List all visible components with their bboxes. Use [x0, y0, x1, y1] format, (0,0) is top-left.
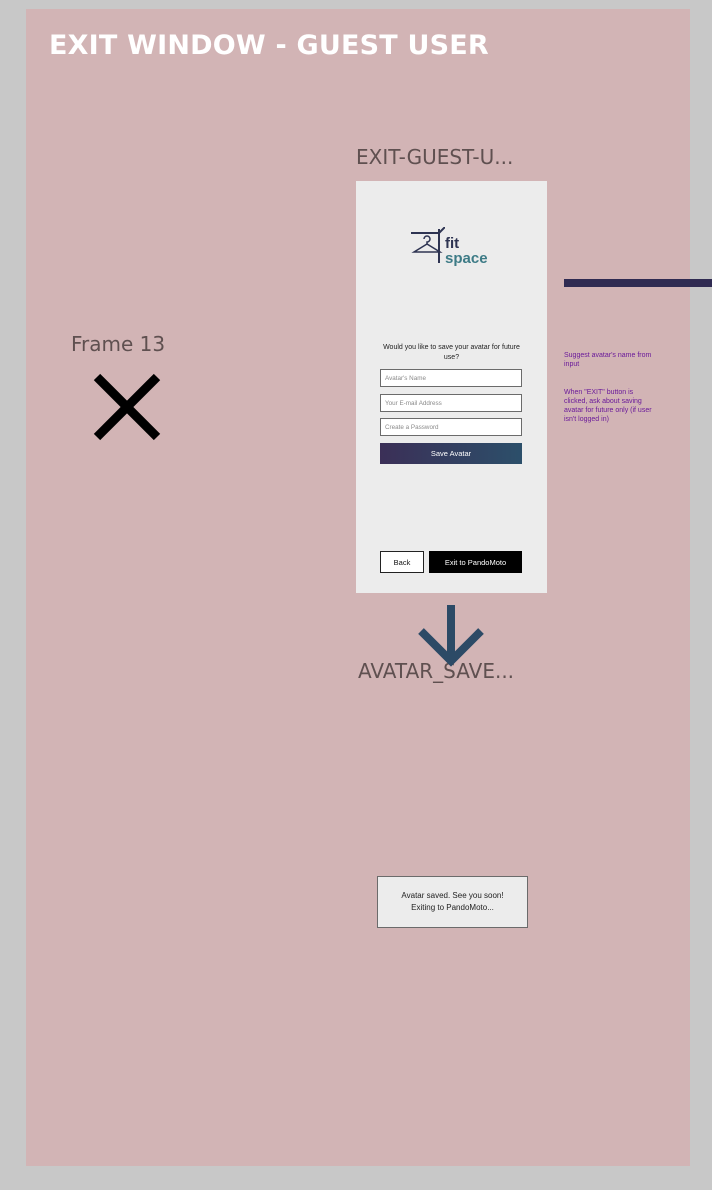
- arrow-down-icon: [418, 605, 484, 667]
- toast-line-2: Exiting to PandoMoto...: [411, 903, 494, 912]
- password-input[interactable]: [380, 418, 522, 436]
- note-exit-behavior: When "EXIT" button is clicked, ask about…: [564, 389, 652, 423]
- close-x-icon: [93, 373, 161, 441]
- email-input[interactable]: [380, 394, 522, 412]
- toast-line-1: Avatar saved. See you soon!: [401, 891, 504, 900]
- frame13-label[interactable]: Frame 13: [71, 332, 165, 356]
- save-avatar-question: Would you like to save your avatar for f…: [383, 344, 520, 361]
- logo-word-space: space: [445, 250, 488, 267]
- avatar-saved-toast: Avatar saved. See you soon! Exiting to P…: [377, 876, 528, 928]
- avatar-name-input[interactable]: [380, 369, 522, 387]
- prototype-connector: [564, 279, 712, 287]
- logo-word-fit: fit: [445, 235, 460, 252]
- hanger-icon: [411, 227, 445, 263]
- exit-guest-frame: fit space Would you like to save your av…: [356, 181, 547, 593]
- exit-to-pandomoto-button[interactable]: Exit to PandoMoto: [429, 551, 522, 573]
- note-suggest-name: Suggest avatar's name from input: [564, 352, 652, 368]
- board-title: EXIT WINDOW - GUEST USER: [49, 30, 489, 61]
- fitspace-logo: fit space: [411, 225, 493, 267]
- exit-frame-label[interactable]: EXIT-GUEST-U...: [356, 145, 513, 169]
- back-button[interactable]: Back: [380, 551, 424, 573]
- save-avatar-button[interactable]: Save Avatar: [380, 443, 522, 464]
